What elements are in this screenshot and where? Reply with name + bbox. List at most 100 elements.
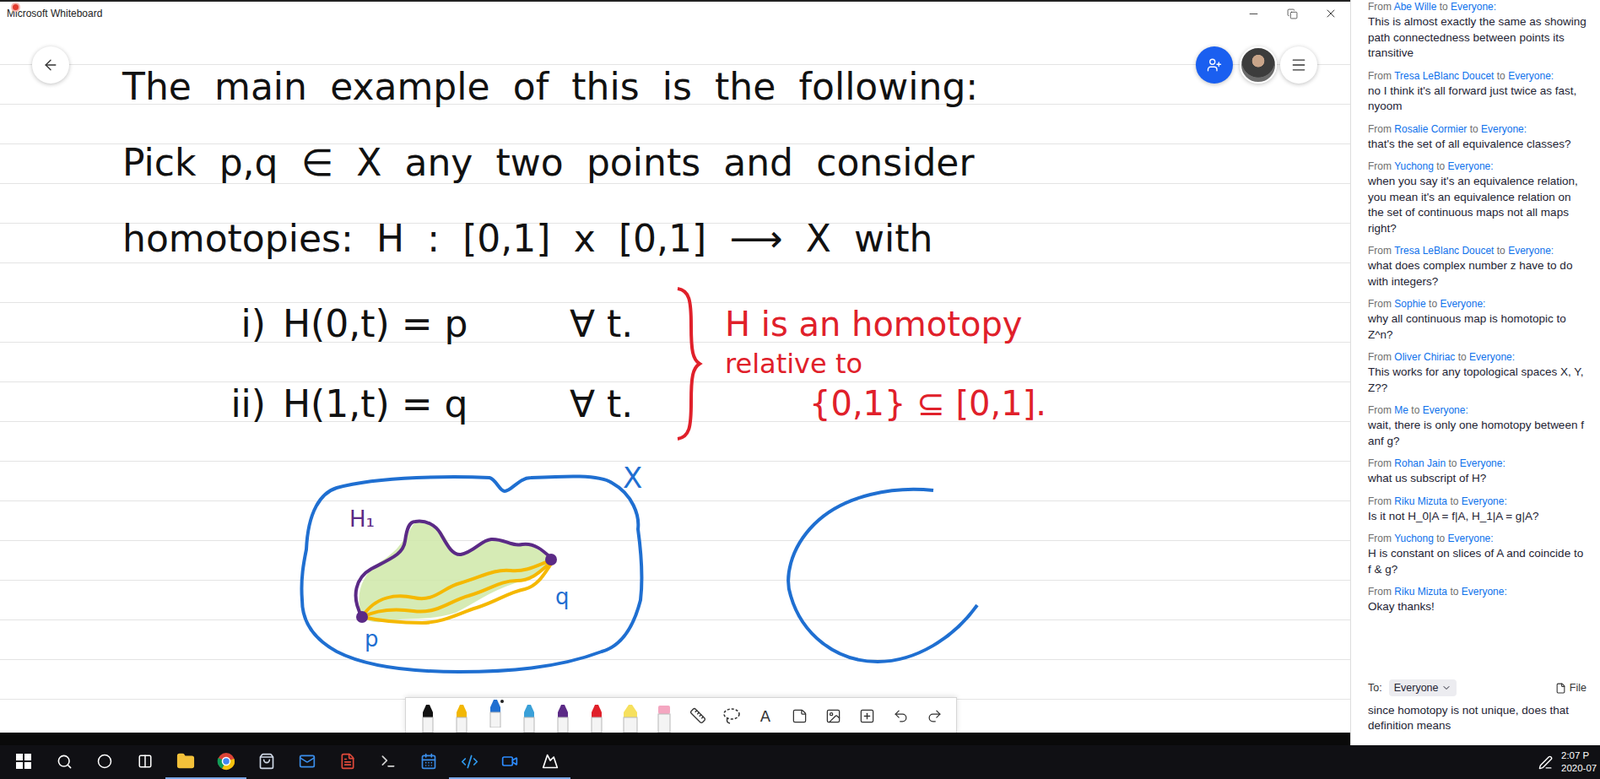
pdf-icon xyxy=(339,752,357,770)
recipient-select[interactable]: Everyone xyxy=(1389,679,1457,697)
insert-tool[interactable] xyxy=(849,698,884,733)
condition-formula: H(1,t) = q xyxy=(282,382,553,426)
pen-workspace-icon[interactable] xyxy=(1538,755,1553,770)
redo-tool[interactable] xyxy=(917,698,952,733)
recipient-name: Everyone: xyxy=(1448,532,1494,545)
message-header: From Sophie to Everyone: xyxy=(1367,297,1587,312)
zoom-icon xyxy=(501,752,519,770)
task-view-button[interactable] xyxy=(124,745,166,779)
whiteboard-column: Microsoft Whiteboard The main example of … xyxy=(0,0,1351,746)
sender-name: Me xyxy=(1394,404,1409,417)
clock[interactable]: 2:07 P2020-07 xyxy=(1561,749,1599,775)
board-canvas[interactable]: The main example of this is the followin… xyxy=(0,25,1351,733)
board-line: The main example of this is the followin… xyxy=(122,48,1351,125)
selected-dot xyxy=(500,699,504,703)
sender-name: Sophie xyxy=(1394,297,1426,310)
note-icon xyxy=(791,708,808,725)
message-header: From Yuchong to Everyone: xyxy=(1367,159,1587,174)
file-button[interactable]: File xyxy=(1555,680,1587,696)
back-arrow-icon xyxy=(42,56,60,74)
message-header: From Rohan Jain to Everyone: xyxy=(1367,456,1587,471)
space-label: X xyxy=(622,460,643,495)
cortana-button[interactable] xyxy=(84,745,125,779)
text-tool[interactable]: A xyxy=(748,698,783,733)
pen-tool[interactable] xyxy=(545,698,580,733)
board-line: Pick p,q ∈ X any two points and consider xyxy=(122,124,1351,201)
chat-message: From Rohan Jain to Everyone:what us subs… xyxy=(1367,456,1587,487)
back-button[interactable] xyxy=(32,46,70,84)
avatar-button[interactable] xyxy=(1239,46,1277,84)
highlighter-icon xyxy=(621,703,639,733)
whiteboard-button[interactable] xyxy=(529,745,571,779)
board-line: homotopies: H : [0,1] x [0,1] ⟶ X with xyxy=(122,200,1351,277)
pen-icon xyxy=(556,703,570,733)
undo-tool[interactable] xyxy=(883,698,918,733)
pen-icon xyxy=(421,703,435,733)
message-text: that's the set of all equivalence classe… xyxy=(1367,136,1587,153)
undo-icon xyxy=(892,708,909,725)
condition-quantifier: ∀ t. xyxy=(569,382,671,426)
taskbar: 2:07 P2020-07 xyxy=(0,745,1600,779)
menu-icon xyxy=(1290,56,1308,74)
search-button[interactable] xyxy=(43,745,85,779)
space-outline xyxy=(301,475,642,672)
explorer-button[interactable] xyxy=(165,745,206,779)
window-gap xyxy=(0,732,1351,746)
message-header: From Oliver Chiriac to Everyone: xyxy=(1367,350,1587,365)
condition-row: ii) H(1,t) = q ∀ t. xyxy=(215,363,671,444)
message-header: From Riku Mizuta to Everyone: xyxy=(1367,584,1587,600)
mail-button[interactable] xyxy=(286,745,328,779)
vscode-button[interactable] xyxy=(448,745,490,779)
note-tool[interactable] xyxy=(782,698,817,733)
message-text: wait, there is only one homotopy between… xyxy=(1367,417,1587,449)
condition-label: ii) xyxy=(215,382,266,426)
restore-button[interactable] xyxy=(1272,1,1312,26)
pen-icon xyxy=(454,703,469,733)
store-button[interactable] xyxy=(246,745,287,779)
condition-row: i)H(0,t) = p∀ t. xyxy=(215,283,671,364)
image-icon xyxy=(825,708,842,725)
ruler-tool[interactable] xyxy=(681,698,715,733)
zoom-button[interactable] xyxy=(489,745,530,779)
search-icon xyxy=(56,753,73,770)
pdf-button[interactable] xyxy=(327,745,368,779)
start-button[interactable] xyxy=(3,745,44,779)
message-header: From Rosalie Cormier to Everyone: xyxy=(1367,122,1587,137)
condition-label: i) xyxy=(215,302,266,346)
highlighter-tool[interactable] xyxy=(613,698,648,733)
clock-time: 2:07 P xyxy=(1561,749,1590,763)
calendar-button[interactable] xyxy=(408,745,449,779)
ruler-icon xyxy=(689,707,707,725)
terminal-button[interactable] xyxy=(367,745,409,779)
image-tool[interactable] xyxy=(816,698,850,733)
chrome-icon xyxy=(216,751,236,771)
lasso-tool[interactable] xyxy=(714,698,749,733)
recipient-name: Everyone: xyxy=(1508,70,1554,82)
recipient-name: Everyone: xyxy=(1481,123,1527,136)
pen-tool[interactable] xyxy=(512,698,546,733)
pen-tool[interactable] xyxy=(478,698,513,733)
chrome-button[interactable] xyxy=(205,745,247,779)
invite-button[interactable] xyxy=(1195,46,1233,84)
start-label: p xyxy=(364,626,379,652)
message-input[interactable]: since homotopy is not unique, does that … xyxy=(1367,702,1587,736)
file-icon xyxy=(1555,682,1567,694)
recipient-name: Everyone: xyxy=(1469,351,1515,363)
whiteboard-window: Microsoft Whiteboard The main example of … xyxy=(0,0,1351,733)
annotation-line: relative to xyxy=(724,345,1351,382)
message-header: From Tresa LeBlanc Doucet to Everyone: xyxy=(1367,69,1587,84)
pen-tool[interactable] xyxy=(579,698,614,733)
pen-tool[interactable] xyxy=(444,698,479,733)
sender-name: Abe Wille xyxy=(1394,0,1438,13)
brace-icon xyxy=(670,283,705,444)
menu-button[interactable] xyxy=(1280,46,1318,84)
homotopy-figure: H₁pqX xyxy=(286,469,1005,681)
window-title: Microsoft Whiteboard xyxy=(6,7,103,20)
minimize-button[interactable] xyxy=(1233,1,1273,26)
recipient-name: Everyone: xyxy=(1450,0,1497,13)
eraser-tool[interactable] xyxy=(647,698,682,733)
close-button[interactable] xyxy=(1311,1,1351,26)
chat-message: From Rosalie Cormier to Everyone:that's … xyxy=(1367,122,1587,153)
message-text: what does complex number z have to do wi… xyxy=(1367,258,1587,290)
pen-tool[interactable] xyxy=(410,698,445,733)
